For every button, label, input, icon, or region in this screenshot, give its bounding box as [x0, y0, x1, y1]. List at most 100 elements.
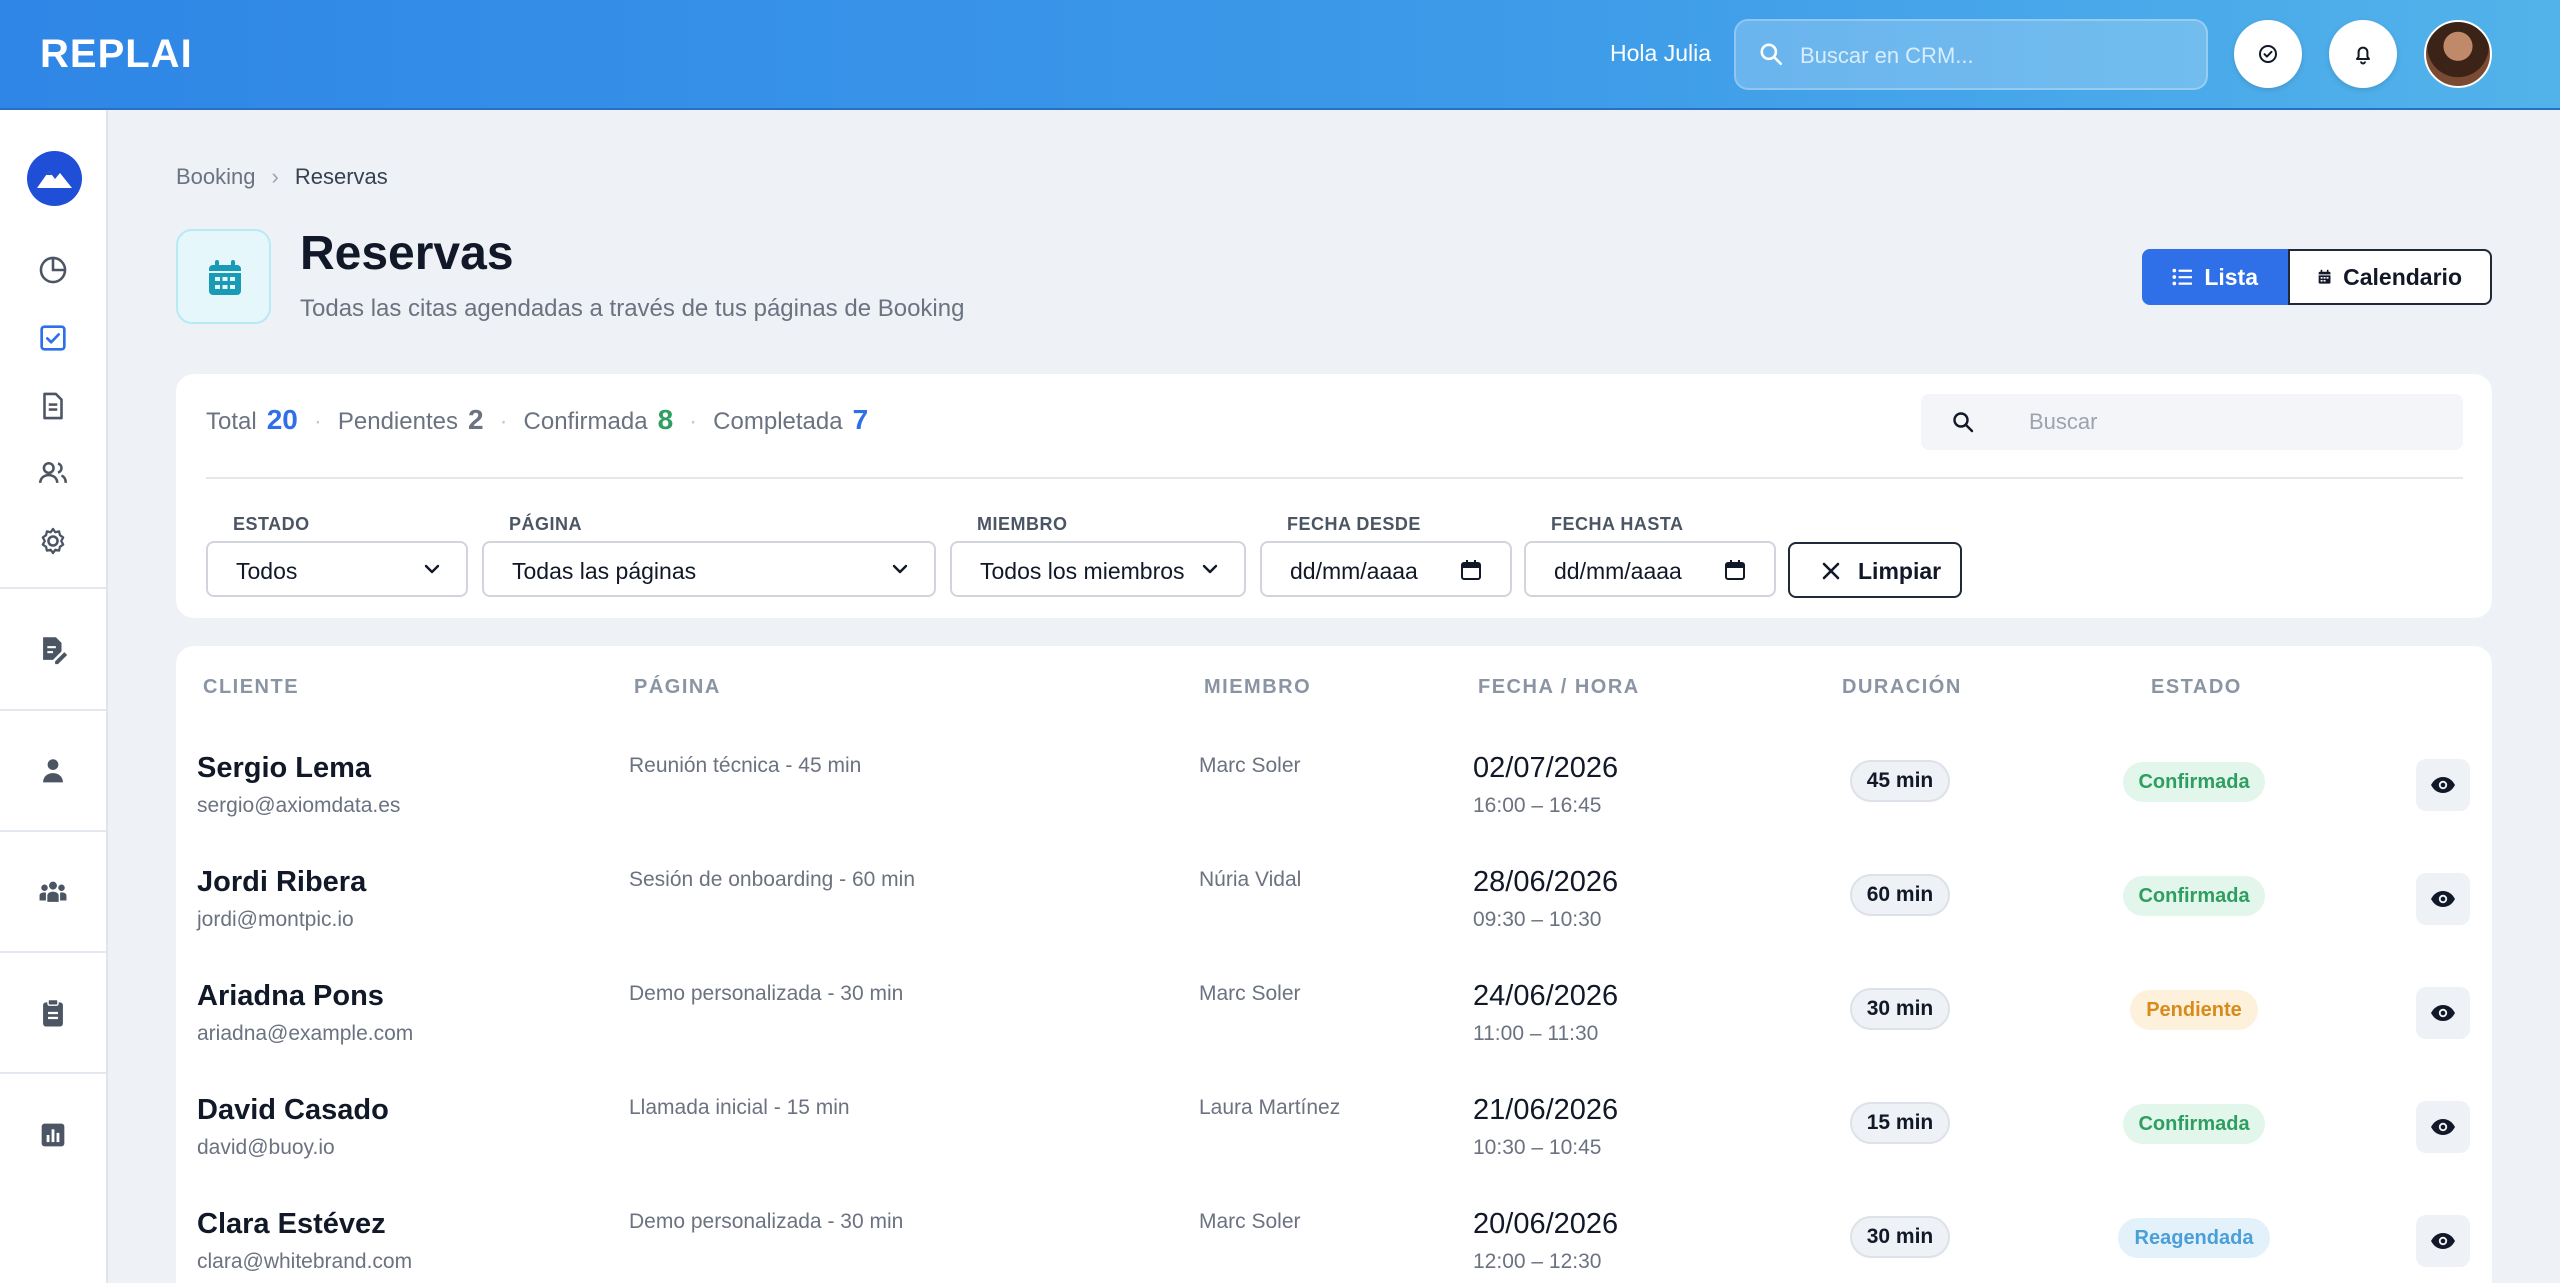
eye-icon [2431, 777, 2455, 793]
table-row[interactable]: Ariadna Pons ariadna@example.com Demo pe… [176, 976, 2492, 1090]
status-badge: Confirmada [2123, 1104, 2265, 1144]
filter-miembro-select[interactable]: Todos los miembros [950, 541, 1246, 597]
client-email: clara@whitebrand.com [197, 1250, 413, 1273]
client-email: jordi@montpic.io [197, 908, 354, 931]
team-member: Marc Soler [1199, 1210, 1301, 1233]
filter-hasta-date[interactable]: dd/mm/aaaa [1524, 541, 1776, 597]
column-header-estado[interactable]: ESTADO [2151, 676, 2242, 699]
table-row[interactable]: Jordi Ribera jordi@montpic.io Sesión de … [176, 862, 2492, 976]
booking-date: 28/06/2026 [1473, 866, 1619, 898]
page-icon-tile [176, 229, 271, 324]
status-badge: Confirmada [2123, 762, 2265, 802]
duration-badge: 30 min [1850, 988, 1950, 1030]
bookings-search-input[interactable] [2029, 394, 2429, 450]
document-edit-icon[interactable] [36, 633, 70, 667]
bar-chart-icon[interactable] [36, 1118, 70, 1152]
document-icon[interactable] [36, 389, 70, 423]
view-booking-button[interactable] [2416, 873, 2470, 925]
table-row[interactable]: David Casado david@buoy.io Llamada inici… [176, 1090, 2492, 1204]
stat-completed-label: Completada [713, 408, 843, 435]
filter-hasta-value: dd/mm/aaaa [1554, 558, 1682, 584]
filter-pagina-value: Todas las páginas [512, 558, 697, 584]
clear-filters-label: Limpiar [1858, 558, 1942, 584]
users-icon[interactable] [36, 456, 70, 490]
column-header-fecha-hora[interactable]: FECHA / HORA [1478, 676, 1640, 699]
team-member: Laura Martínez [1199, 1096, 1341, 1119]
app-logo[interactable]: REPLAI [40, 32, 193, 77]
client-name: Sergio Lema [197, 752, 372, 784]
chevron-down-icon [424, 564, 440, 574]
view-booking-button[interactable] [2416, 987, 2470, 1039]
breadcrumb-current: Reservas [294, 164, 388, 189]
stat-separator: · [313, 408, 322, 435]
filter-pagina-select[interactable]: Todas las páginas [482, 541, 936, 597]
column-header-cliente[interactable]: CLIENTE [203, 676, 299, 699]
crm-search-box[interactable]: Buscar en CRM... [1734, 19, 2208, 90]
stat-pending-value: 2 [467, 404, 484, 435]
booking-time: 12:00 – 12:30 [1473, 1250, 1602, 1273]
client-name: David Casado [197, 1094, 389, 1126]
gear-icon[interactable] [36, 524, 70, 558]
clipboard-icon[interactable] [36, 996, 70, 1030]
column-header-duracion[interactable]: DURACIÓN [1842, 676, 1962, 699]
user-avatar[interactable] [2424, 20, 2492, 88]
stat-separator: · [689, 408, 698, 435]
greeting: Hola Julia [1610, 40, 1711, 66]
filter-desde-date[interactable]: dd/mm/aaaa [1260, 541, 1512, 597]
view-booking-button[interactable] [2416, 759, 2470, 811]
person-icon[interactable] [36, 754, 70, 788]
crm-search-placeholder[interactable]: Buscar en CRM... [1800, 43, 1974, 69]
sidebar-divider [0, 830, 106, 832]
client-email: david@buoy.io [197, 1136, 335, 1159]
tasks-button[interactable] [2234, 20, 2302, 88]
eye-icon [2431, 891, 2455, 907]
calendar-view-label: Calendario [2343, 263, 2462, 290]
list-icon [2172, 268, 2193, 286]
column-header-pagina[interactable]: PÁGINA [634, 676, 721, 699]
table-row[interactable]: Sergio Lema sergio@axiomdata.es Reunión … [176, 748, 2492, 862]
stat-total-label: Total [206, 408, 257, 435]
client-email: sergio@axiomdata.es [197, 794, 401, 817]
calendar-icon[interactable] [1724, 559, 1746, 581]
calendar-icon[interactable] [1460, 559, 1482, 581]
filter-estado-value: Todos [236, 558, 298, 584]
filter-desde-value: dd/mm/aaaa [1290, 558, 1418, 584]
sidebar-divider [0, 951, 106, 953]
team-member: Marc Soler [1199, 982, 1301, 1005]
table-row[interactable]: Clara Estévez clara@whitebrand.com Demo … [176, 1204, 2492, 1283]
group-icon[interactable] [36, 875, 70, 909]
duration-badge: 60 min [1850, 874, 1950, 916]
duration-badge: 15 min [1850, 1102, 1950, 1144]
check-square-icon[interactable] [36, 321, 70, 355]
breadcrumb-booking-link[interactable]: Booking [176, 164, 256, 189]
view-toggle: Lista Calendario [2142, 249, 2492, 305]
bookings-search-box[interactable] [1921, 394, 2463, 450]
view-booking-button[interactable] [2416, 1215, 2470, 1267]
notifications-button[interactable] [2329, 20, 2397, 88]
booking-time: 10:30 – 10:45 [1473, 1136, 1602, 1159]
team-member: Marc Soler [1199, 754, 1301, 777]
view-booking-button[interactable] [2416, 1101, 2470, 1153]
filter-hasta-label: FECHA HASTA [1551, 514, 1684, 534]
booking-date: 20/06/2026 [1473, 1208, 1619, 1240]
bell-icon [2356, 46, 2370, 65]
filters-divider [206, 477, 2463, 479]
clear-filters-button[interactable]: Limpiar [1788, 542, 1962, 598]
filter-estado-select[interactable]: Todos [206, 541, 468, 597]
status-badge: Confirmada [2123, 876, 2265, 916]
chart-pie-icon[interactable] [36, 253, 70, 287]
calendar-view-button[interactable]: Calendario [2288, 249, 2492, 305]
client-name: Ariadna Pons [197, 980, 384, 1012]
stat-confirmed-label: Confirmada [523, 408, 648, 435]
close-icon [1822, 562, 1840, 580]
sidebar-divider [0, 709, 106, 711]
mountain-logo-icon[interactable] [27, 151, 82, 206]
column-header-miembro[interactable]: MIEMBRO [1204, 676, 1311, 699]
chevron-right-icon: › [271, 164, 279, 189]
breadcrumb: Booking › Reservas [176, 164, 388, 190]
stat-completed-value: 7 [852, 404, 869, 435]
client-name: Clara Estévez [197, 1208, 386, 1240]
list-view-button[interactable]: Lista [2142, 249, 2288, 305]
booking-page: Demo personalizada - 30 min [629, 1210, 904, 1233]
stats-bar: Total 20 · Pendientes 2 · Confirmada 8 ·… [206, 404, 868, 436]
